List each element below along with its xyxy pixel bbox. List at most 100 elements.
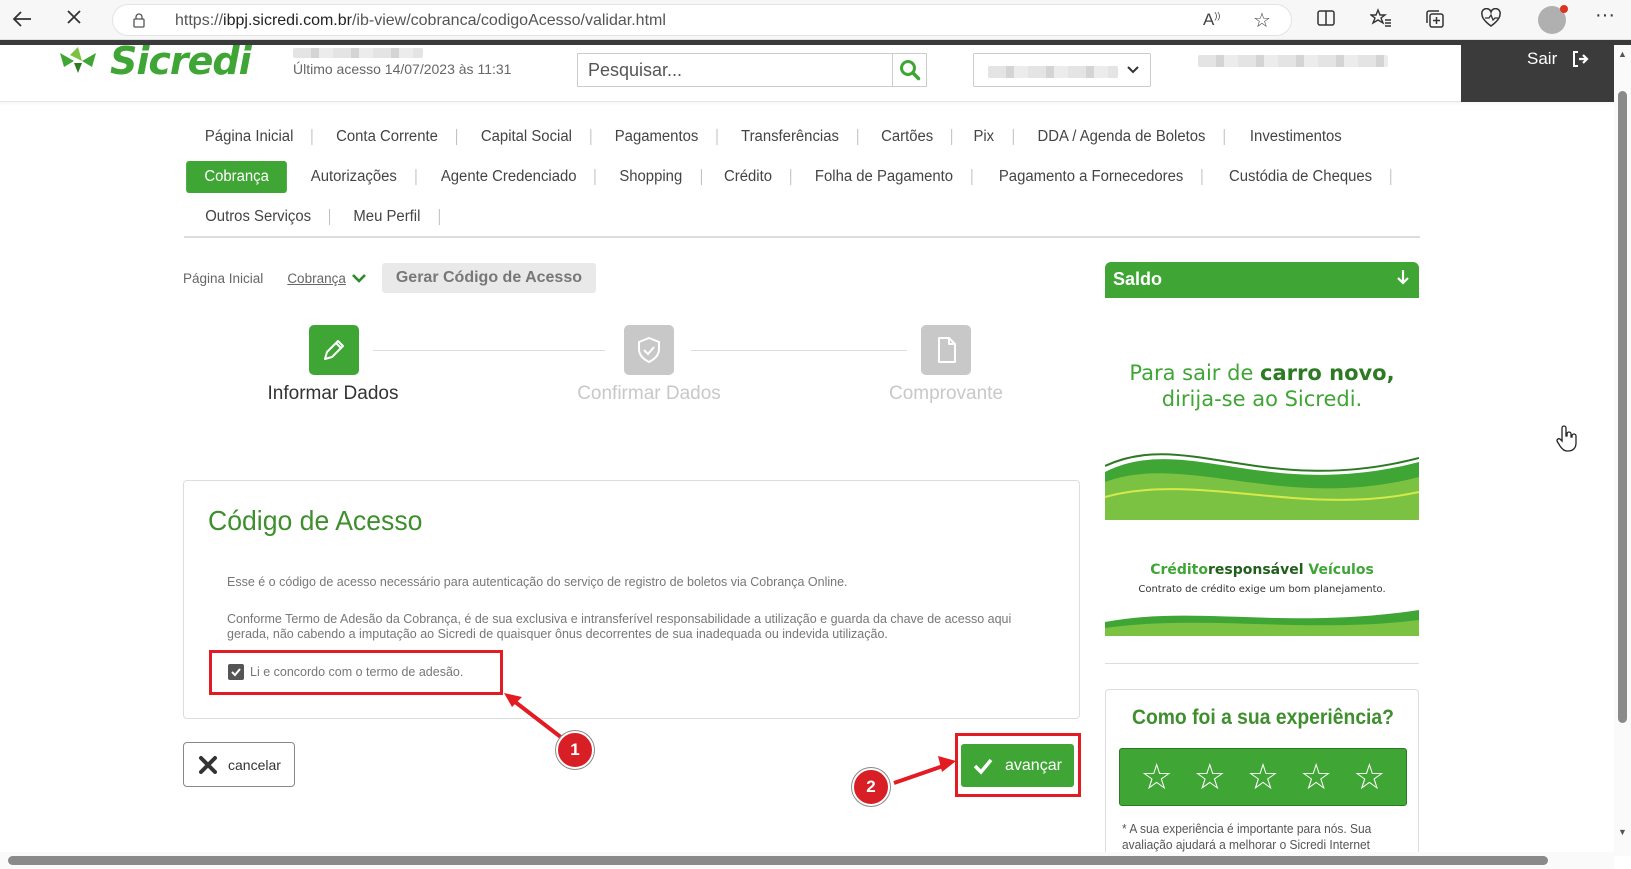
menu-item-cartoes[interactable]: Cartões: [863, 129, 953, 145]
user-name-redacted: [1198, 55, 1388, 67]
logout-panel: Sair: [1461, 45, 1614, 102]
notification-dot: [1560, 5, 1568, 13]
ad-headline: Para sair de carro novo, dirija-se ao Sic…: [1129, 361, 1395, 411]
rating-star-4-icon[interactable]: ☆: [1300, 759, 1332, 795]
company-name-redacted: [293, 48, 423, 58]
card-paragraph-2: Conforme Termo de Adesão da Cobrança, é …: [227, 612, 1012, 641]
horizontal-scrollbar[interactable]: [0, 852, 1614, 869]
menu-item-pagamento-fornecedores[interactable]: Pagamento a Fornecedores: [980, 169, 1203, 185]
document-icon: [938, 337, 956, 363]
more-options-icon[interactable]: ···: [1595, 4, 1615, 27]
ad-green-wave-graphic: [1105, 453, 1419, 520]
step-connector-1: [373, 350, 605, 351]
vertical-scroll-thumb[interactable]: [1618, 91, 1627, 723]
collections-icon[interactable]: [1424, 8, 1446, 36]
account-number-redacted: [988, 66, 1118, 78]
hand-cursor-icon: [1556, 425, 1577, 452]
breadcrumb-home[interactable]: Página Inicial: [183, 271, 263, 286]
cancel-button[interactable]: cancelar: [183, 742, 295, 787]
back-arrow-icon[interactable]: [10, 8, 34, 32]
rating-star-3-icon[interactable]: ☆: [1247, 759, 1279, 795]
menu-item-capital-social[interactable]: Capital Social: [463, 129, 592, 145]
ad-subtitle: Contrato de crédito exige um bom planeja…: [1138, 584, 1386, 595]
stop-loading-icon[interactable]: [62, 8, 86, 32]
rating-star-1-icon[interactable]: ☆: [1140, 759, 1172, 795]
search-button[interactable]: [892, 54, 926, 86]
step-informar-dados-icon: [309, 325, 359, 375]
main-menu-row-2: Cobrança Autorizações Agente Credenciado…: [184, 160, 1395, 194]
step-label-comprovante: Comprovante: [888, 383, 1004, 404]
cancel-button-label: cancelar: [228, 756, 281, 773]
feedback-box: Como foi a sua experiência? ☆ ☆ ☆ ☆ ☆ * …: [1105, 689, 1419, 869]
sidebar-separator: [1105, 663, 1419, 664]
browser-toolbar: https://ibpj.sicredi.com.br/ib-view/cobr…: [0, 0, 1631, 40]
breadcrumb-cobranca[interactable]: Cobrança: [287, 271, 346, 286]
search-icon: [899, 60, 920, 81]
search-input[interactable]: [588, 58, 868, 82]
menu-item-cobranca[interactable]: Cobrança: [186, 161, 288, 193]
scroll-down-icon[interactable]: ▼: [1618, 827, 1627, 837]
menu-item-investimentos[interactable]: Investimentos: [1231, 129, 1359, 145]
annotation-highlight-checkbox: [209, 650, 503, 695]
browser-health-icon[interactable]: [1480, 7, 1502, 34]
main-menu-row-1: Página Inicial Conta Corrente Capital So…: [184, 120, 1362, 154]
menu-item-pix[interactable]: Pix: [955, 129, 1014, 145]
menu-item-dda-agenda[interactable]: DDA / Agenda de Boletos: [1019, 129, 1225, 145]
logout-icon[interactable]: [1571, 50, 1589, 68]
step-confirmar-dados-icon: [624, 325, 674, 375]
pencil-icon: [324, 340, 344, 360]
menu-divider: [184, 236, 1420, 238]
menu-item-folha-pagamento[interactable]: Folha de Pagamento: [796, 169, 972, 185]
logout-button[interactable]: Sair: [1527, 49, 1557, 69]
menu-item-conta-corrente[interactable]: Conta Corrente: [318, 129, 458, 145]
ad-brand-text: Créditoresponsável Veículos: [1150, 562, 1374, 578]
breadcrumb-current: Gerar Código de Acesso: [381, 263, 596, 293]
menu-item-pagina-inicial[interactable]: Página Inicial: [187, 129, 313, 145]
main-menu-row-3: Outros Serviços Meu Perfil: [184, 200, 442, 234]
step-connector-2: [691, 350, 907, 351]
arrow-down-icon: [1395, 268, 1411, 291]
rating-stars: ☆ ☆ ☆ ☆ ☆: [1119, 748, 1407, 806]
shield-check-icon: [638, 336, 660, 364]
chevron-down-icon[interactable]: [351, 272, 366, 284]
breadcrumb: Página Inicial Cobrança Gerar Código de …: [183, 262, 596, 294]
address-bar[interactable]: https://ibpj.sicredi.com.br/ib-view/cobr…: [112, 4, 1292, 36]
menu-item-credito[interactable]: Crédito: [705, 169, 791, 185]
url-text: https://ibpj.sicredi.com.br/ib-view/cobr…: [175, 12, 666, 29]
menu-item-meu-perfil[interactable]: Meu Perfil: [335, 209, 440, 225]
menu-item-custodia-cheques[interactable]: Custódia de Cheques: [1210, 169, 1392, 185]
horizontal-scroll-thumb[interactable]: [8, 856, 1548, 865]
annotation-badge-1: 1: [556, 731, 594, 769]
menu-item-autorizacoes[interactable]: Autorizações: [293, 169, 417, 185]
menu-item-agente-credenciado[interactable]: Agente Credenciado: [422, 169, 596, 185]
menu-item-outros-servicos[interactable]: Outros Serviços: [187, 209, 331, 225]
card-title: Código de Acesso: [208, 505, 423, 536]
card-paragraph-1: Esse é o código de acesso necessário par…: [227, 575, 848, 589]
split-screen-icon[interactable]: [1316, 8, 1336, 34]
chevron-down-icon: [1126, 62, 1140, 79]
sicredi-wordmark: Sicredi: [110, 39, 252, 83]
profile-avatar[interactable]: [1538, 5, 1568, 34]
annotation-arrow-2: [893, 756, 956, 785]
favorites-icon[interactable]: [1368, 8, 1392, 34]
account-select[interactable]: [973, 53, 1151, 87]
saldo-header[interactable]: Saldo: [1105, 262, 1419, 298]
menu-item-shopping[interactable]: Shopping: [601, 169, 702, 185]
favorite-star-icon[interactable]: ☆: [1253, 8, 1271, 33]
sicredi-logo-icon: [60, 47, 96, 73]
site-header: Sicredi Último acesso 14/07/2023 às 11:3…: [0, 39, 1614, 102]
step-label-informar-dados: Informar Dados: [267, 383, 399, 404]
vehicle-credit-ad[interactable]: Para sair de carro novo, dirija-se ao Sic…: [1105, 330, 1419, 636]
last-access-text: Último acesso 14/07/2023 às 11:31: [293, 61, 512, 77]
rating-star-5-icon[interactable]: ☆: [1353, 759, 1385, 795]
scroll-up-icon[interactable]: ▲: [1618, 49, 1627, 59]
rating-star-2-icon[interactable]: ☆: [1194, 759, 1226, 795]
ad-bottom-wave-graphic: [1105, 610, 1419, 636]
menu-item-pagamentos[interactable]: Pagamentos: [596, 129, 718, 145]
search-box: [577, 53, 927, 87]
read-aloud-icon[interactable]: A)): [1203, 10, 1220, 30]
menu-item-transferencias[interactable]: Transferências: [723, 129, 859, 145]
saldo-label: Saldo: [1113, 269, 1163, 289]
lock-icon[interactable]: [131, 12, 147, 28]
vertical-scrollbar[interactable]: ▲ ▼: [1614, 45, 1631, 856]
